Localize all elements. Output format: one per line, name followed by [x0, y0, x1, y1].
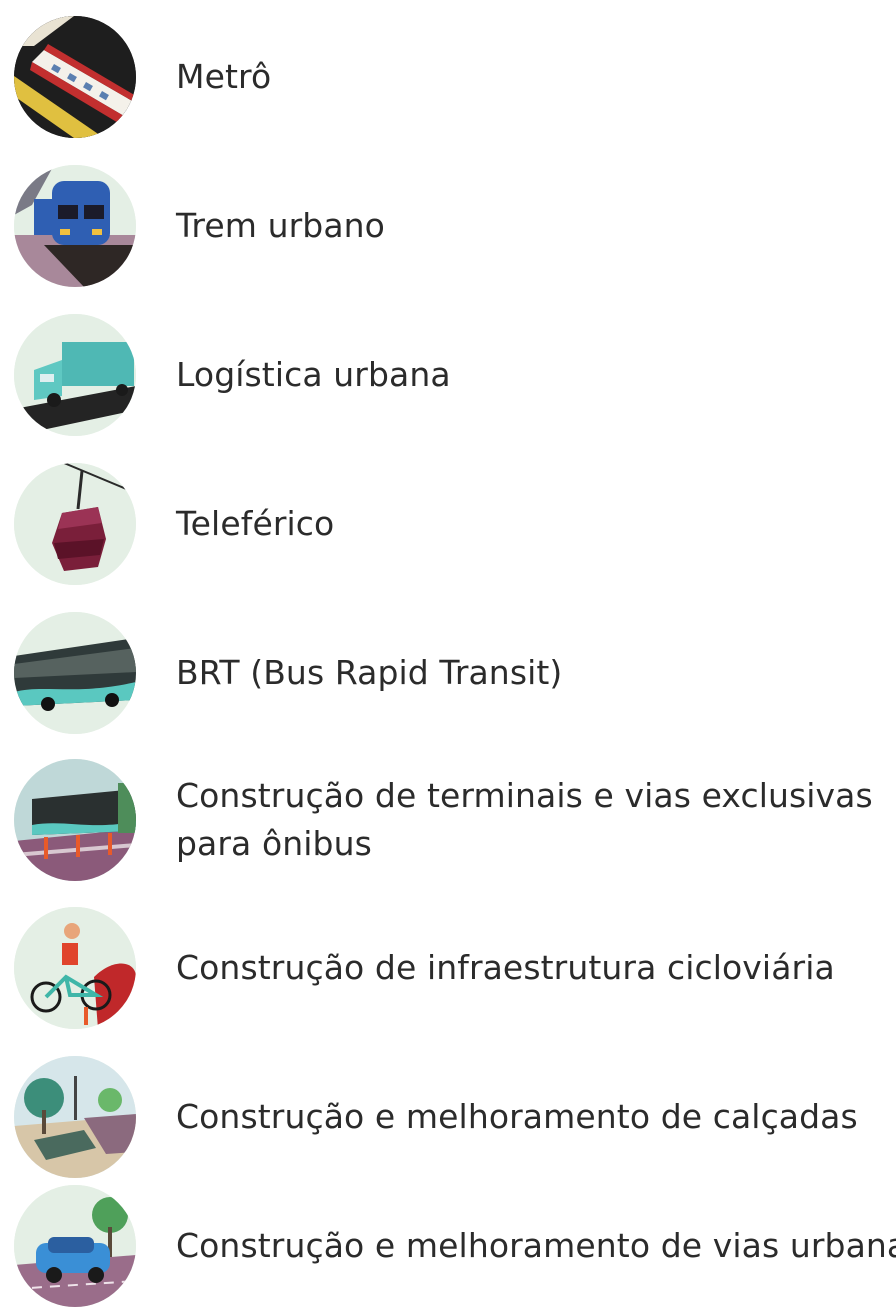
- item-text: Construção de terminais e vias exclusiva…: [136, 772, 873, 868]
- item-label: Construção de terminais e vias exclusiva…: [176, 776, 873, 815]
- train-icon: [14, 165, 136, 287]
- item-label: BRT (Bus Rapid Transit): [176, 653, 563, 692]
- list-item-urban-train: Trem urbano: [14, 164, 894, 288]
- cable-car-icon: [14, 463, 136, 585]
- subway-icon: [14, 16, 136, 138]
- brt-bus-icon: [14, 612, 136, 734]
- list-item-metro: Metrô: [14, 15, 894, 139]
- list-item-urban-roads: Construção e melhoramento de vias urbana…: [14, 1184, 896, 1308]
- item-label: Teleférico: [176, 504, 335, 543]
- item-label: Construção e melhoramento de vias urbana…: [176, 1226, 896, 1265]
- item-label-line-2: para ônibus: [176, 824, 372, 863]
- sidewalk-icon: [14, 1056, 136, 1178]
- item-label: Trem urbano: [176, 206, 385, 245]
- item-label: Logística urbana: [176, 355, 451, 394]
- delivery-truck-icon: [14, 314, 136, 436]
- cyclist-icon: [14, 907, 136, 1029]
- urban-road-icon: [14, 1185, 136, 1307]
- list-item-cable-car: Teleférico: [14, 462, 894, 586]
- list-item-bus-terminals: Construção de terminais e vias exclusiva…: [14, 758, 894, 882]
- list-item-brt: BRT (Bus Rapid Transit): [14, 611, 894, 735]
- list-item-sidewalks: Construção e melhoramento de calçadas: [14, 1055, 894, 1179]
- list-item-urban-logistics: Logística urbana: [14, 313, 894, 437]
- bus-terminal-icon: [14, 759, 136, 881]
- list-item-bike-infrastructure: Construção de infraestrutura cicloviária: [14, 906, 894, 1030]
- item-label: Construção de infraestrutura cicloviária: [176, 948, 835, 987]
- item-label: Metrô: [176, 57, 272, 96]
- item-label: Construção e melhoramento de calçadas: [176, 1097, 858, 1136]
